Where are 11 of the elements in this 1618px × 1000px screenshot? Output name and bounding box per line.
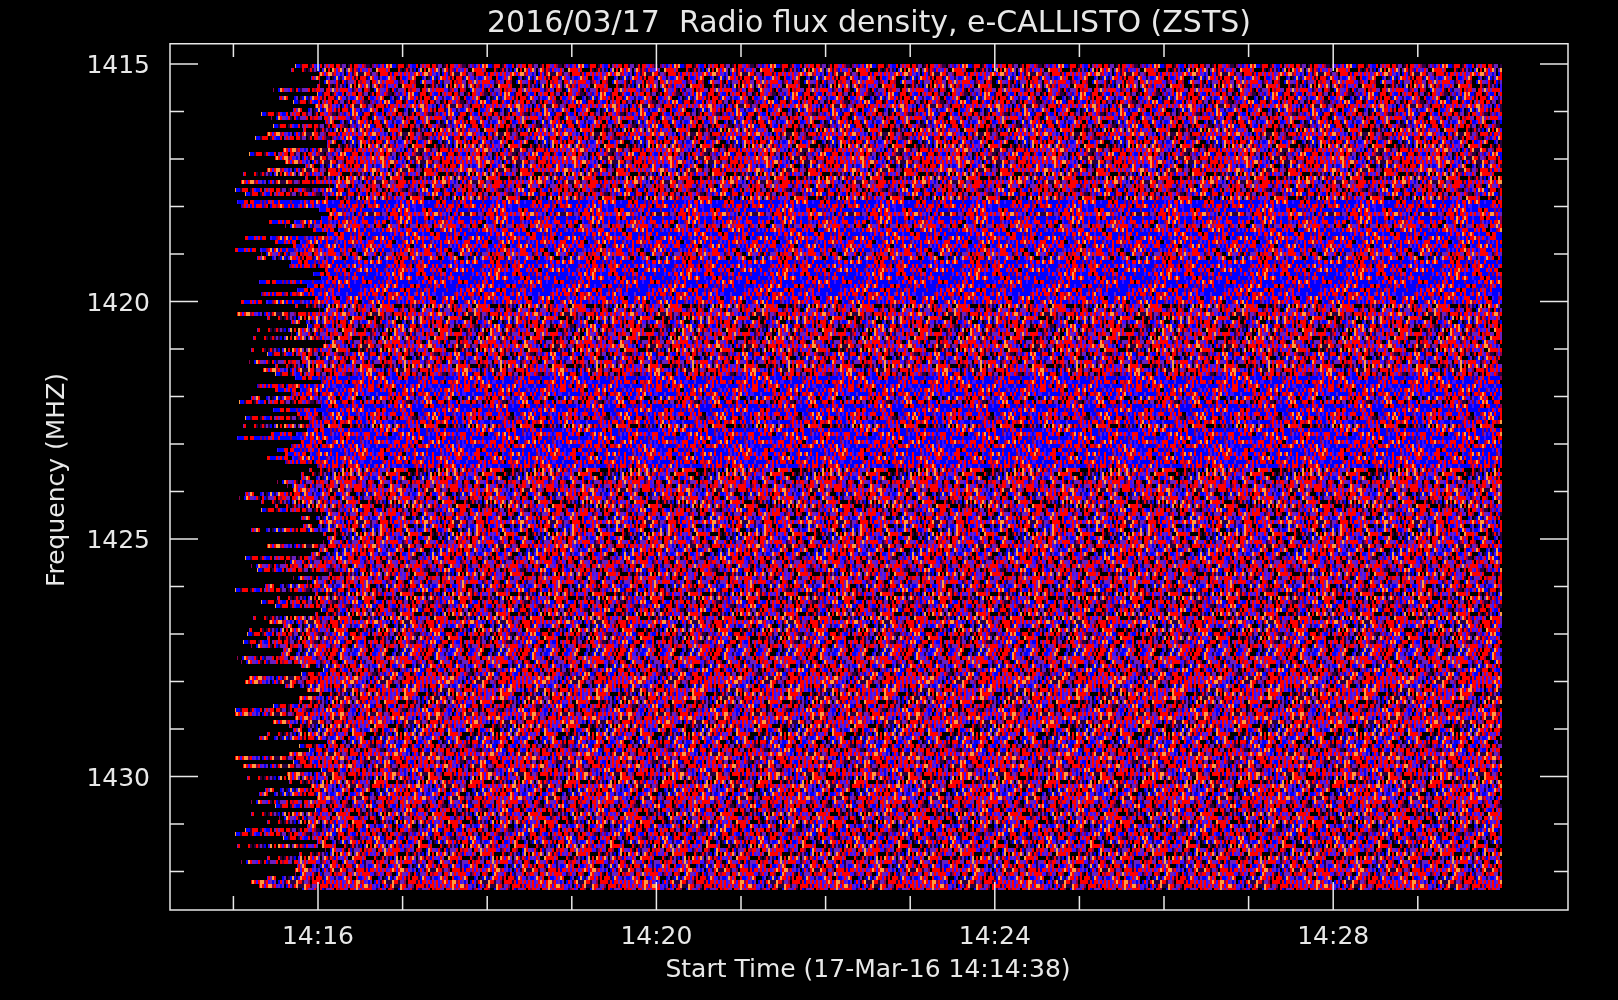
x-tick-label: 14:28 bbox=[1297, 921, 1370, 950]
x-axis-label: Start Time (17-Mar-16 14:14:38) bbox=[665, 954, 1071, 983]
y-tick-label: 1430 bbox=[86, 762, 150, 792]
y-axis-label: Frequency (MHZ) bbox=[41, 372, 70, 588]
y-tick-label: 1415 bbox=[86, 50, 150, 79]
y-tick-label: 1420 bbox=[86, 287, 150, 317]
x-tick-label: 14:20 bbox=[620, 921, 693, 950]
y-tick-label: 1425 bbox=[86, 525, 150, 554]
x-tick-label: 14:16 bbox=[282, 921, 354, 950]
x-tick-label: 14:24 bbox=[958, 921, 1031, 950]
chart-title: 2016/03/17 Radio flux density, e-CALLISTO (ZSTS) bbox=[486, 3, 1252, 41]
